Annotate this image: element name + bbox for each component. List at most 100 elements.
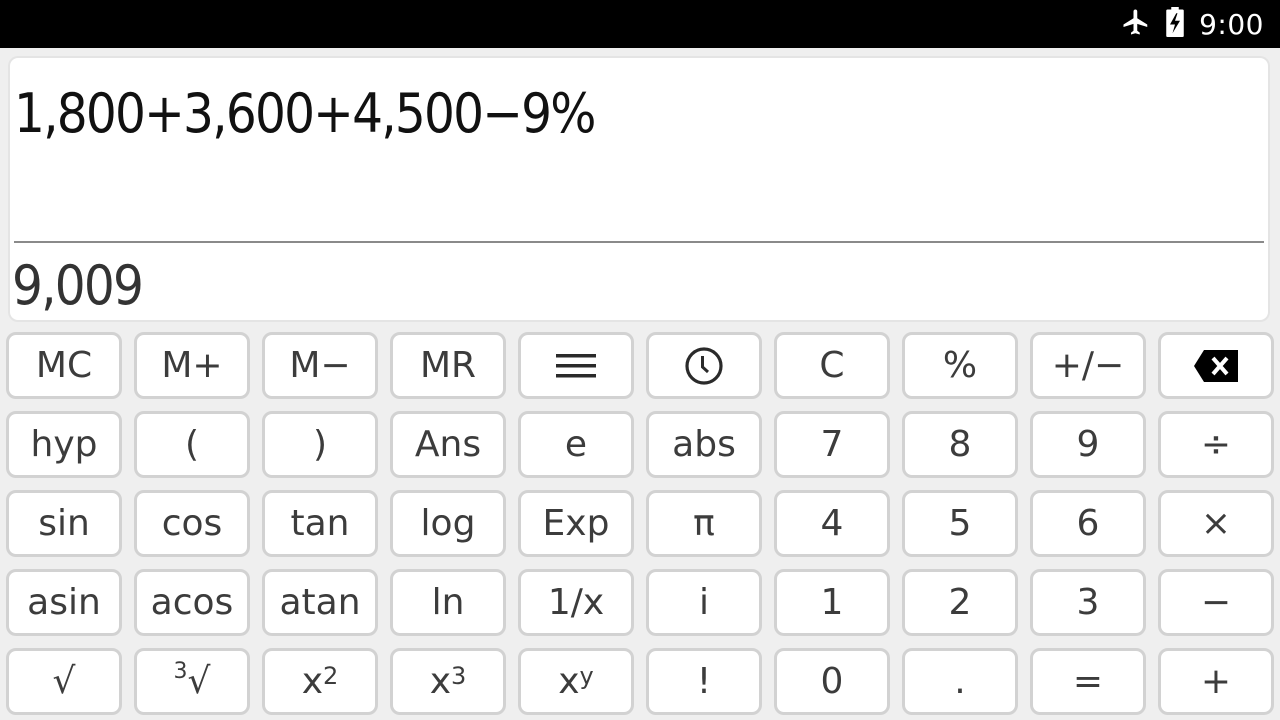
key-label-prefix: 3 <box>173 659 188 684</box>
key-label: e <box>564 424 588 465</box>
key-exp[interactable]: Exp <box>518 490 634 557</box>
key-log[interactable]: log <box>390 490 506 557</box>
key-divide[interactable]: ÷ <box>1158 411 1274 478</box>
key-decimal[interactable]: . <box>902 648 1018 715</box>
key-label: MC <box>35 345 93 386</box>
key-m-plus[interactable]: M+ <box>134 332 250 399</box>
key-asin[interactable]: asin <box>6 569 122 636</box>
key-menu[interactable] <box>518 332 634 399</box>
display-divider <box>14 241 1264 243</box>
key-label: 1 <box>820 582 844 623</box>
key-label-superscript: y <box>579 661 594 690</box>
key-mr[interactable]: MR <box>390 332 506 399</box>
key-label: √ <box>52 661 76 702</box>
key-label: Exp <box>542 503 610 544</box>
key-label: ln <box>431 582 465 623</box>
key-label: 0 <box>820 661 844 702</box>
key-pi[interactable]: π <box>646 490 762 557</box>
key-reciprocal[interactable]: 1/x <box>518 569 634 636</box>
key-square[interactable]: x2 <box>262 648 378 715</box>
key-label: 4 <box>820 503 844 544</box>
key-label: 7 <box>820 424 844 465</box>
key-tan[interactable]: tan <box>262 490 378 557</box>
key-6[interactable]: 6 <box>1030 490 1146 557</box>
key-cos[interactable]: cos <box>134 490 250 557</box>
battery-charging-icon <box>1165 6 1185 42</box>
key-cbrt[interactable]: 3 √ <box>134 648 250 715</box>
key-label: 3 <box>1076 582 1100 623</box>
key-cube[interactable]: x3 <box>390 648 506 715</box>
key-multiply[interactable]: × <box>1158 490 1274 557</box>
key-8[interactable]: 8 <box>902 411 1018 478</box>
key-history[interactable] <box>646 332 762 399</box>
key-label: x <box>301 661 324 702</box>
key-acos[interactable]: acos <box>134 569 250 636</box>
key-label: atan <box>279 582 361 623</box>
key-percent[interactable]: % <box>902 332 1018 399</box>
key-label: ÷ <box>1200 424 1232 465</box>
key-label: + <box>1200 661 1232 702</box>
key-label: x <box>429 661 452 702</box>
key-hyp[interactable]: hyp <box>6 411 122 478</box>
key-0[interactable]: 0 <box>774 648 890 715</box>
status-bar: 9:00 <box>0 0 1280 48</box>
key-factorial[interactable]: ! <box>646 648 762 715</box>
key-label-superscript: 2 <box>323 661 339 690</box>
key-label: Ans <box>414 424 482 465</box>
history-icon <box>684 346 724 386</box>
key-subtract[interactable]: − <box>1158 569 1274 636</box>
key-label: +/− <box>1051 345 1125 386</box>
key-e[interactable]: e <box>518 411 634 478</box>
clock: 9:00 <box>1199 7 1264 41</box>
key-label: √ <box>187 661 211 702</box>
key-label: asin <box>27 582 101 623</box>
key-label: ( <box>184 424 200 465</box>
key-clear[interactable]: C <box>774 332 890 399</box>
key-3[interactable]: 3 <box>1030 569 1146 636</box>
menu-icon <box>555 350 597 382</box>
key-plus-minus[interactable]: +/− <box>1030 332 1146 399</box>
key-label: % <box>942 345 978 386</box>
key-label: 5 <box>948 503 972 544</box>
key-power[interactable]: xy <box>518 648 634 715</box>
key-label: ! <box>696 661 712 702</box>
key-sin[interactable]: sin <box>6 490 122 557</box>
key-imaginary[interactable]: i <box>646 569 762 636</box>
key-5[interactable]: 5 <box>902 490 1018 557</box>
key-2[interactable]: 2 <box>902 569 1018 636</box>
key-label: i <box>698 582 709 623</box>
key-label: π <box>693 503 715 544</box>
key-label: cos <box>161 503 223 544</box>
expression-field[interactable]: 1,800+3,600+4,500−9% <box>14 82 596 145</box>
key-label: sin <box>38 503 90 544</box>
key-label: tan <box>290 503 350 544</box>
airplane-mode-icon <box>1121 7 1151 42</box>
calculator-display: 1,800+3,600+4,500−9% 9,009 <box>10 58 1268 320</box>
key-7[interactable]: 7 <box>774 411 890 478</box>
key-close-paren[interactable]: ) <box>262 411 378 478</box>
key-label-superscript: 3 <box>451 661 467 690</box>
key-label: . <box>954 661 966 702</box>
status-icons: 9:00 <box>1121 0 1264 48</box>
key-add[interactable]: + <box>1158 648 1274 715</box>
key-ln[interactable]: ln <box>390 569 506 636</box>
key-backspace[interactable] <box>1158 332 1274 399</box>
key-atan[interactable]: atan <box>262 569 378 636</box>
key-equals[interactable]: = <box>1030 648 1146 715</box>
key-label: = <box>1072 661 1104 702</box>
key-mc[interactable]: MC <box>6 332 122 399</box>
key-label: log <box>420 503 476 544</box>
key-label: 1/x <box>547 582 605 623</box>
key-label: MR <box>419 345 477 386</box>
key-9[interactable]: 9 <box>1030 411 1146 478</box>
key-abs[interactable]: abs <box>646 411 762 478</box>
key-label: x <box>558 661 580 702</box>
key-open-paren[interactable]: ( <box>134 411 250 478</box>
result-field: 9,009 <box>12 254 144 317</box>
key-ans[interactable]: Ans <box>390 411 506 478</box>
key-m-minus[interactable]: M− <box>262 332 378 399</box>
key-4[interactable]: 4 <box>774 490 890 557</box>
key-1[interactable]: 1 <box>774 569 890 636</box>
key-label: 2 <box>948 582 972 623</box>
key-sqrt[interactable]: √ <box>6 648 122 715</box>
